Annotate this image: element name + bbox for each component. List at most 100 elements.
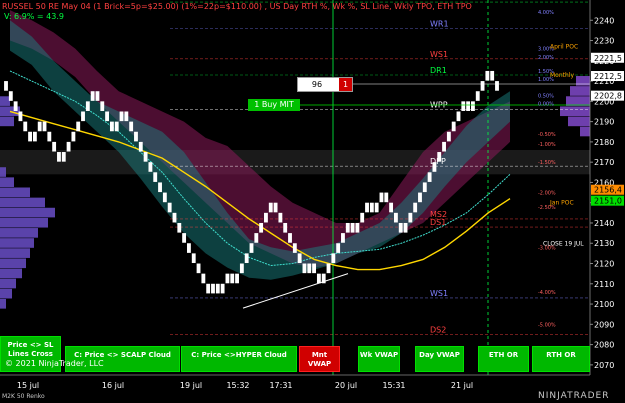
volume-profile-bar: [0, 167, 6, 177]
renko-brick: [28, 131, 32, 142]
renko-brick: [365, 202, 369, 213]
renko-brick: [124, 111, 129, 122]
order-quantity-box[interactable]: 96 1: [297, 77, 353, 92]
renko-brick: [254, 233, 259, 243]
indicator-button-eth-or[interactable]: ETH OR: [478, 346, 529, 372]
renko-brick: [350, 222, 355, 233]
renko-brick: [379, 192, 384, 203]
renko-brick: [268, 202, 273, 213]
renko-brick: [239, 263, 244, 274]
volume-profile-bar: [0, 288, 12, 299]
renko-brick: [172, 212, 177, 223]
x-tick-label: 17:31: [269, 381, 292, 390]
percent-level-label: -4.00%: [538, 290, 556, 296]
poc-label: CLOSE 19 JUL: [543, 240, 584, 247]
renko-brick: [389, 202, 394, 213]
order-count[interactable]: 1: [339, 78, 352, 91]
indicator-button-mnt-vwap[interactable]: Mnt VWAP: [299, 346, 340, 372]
volume-profile-bar: [0, 177, 14, 187]
renko-brick: [71, 131, 76, 142]
pivot-level-label: DR1: [430, 66, 447, 75]
renko-brick: [90, 91, 95, 101]
renko-brick: [235, 273, 239, 284]
renko-brick: [456, 111, 461, 122]
renko-brick: [134, 131, 138, 142]
x-tick-label: 15:32: [226, 381, 249, 390]
price-tag-label: 2212,5: [594, 72, 622, 81]
renko-brick: [81, 111, 85, 122]
renko-brick: [403, 222, 408, 233]
renko-brick: [66, 141, 71, 152]
renko-brick: [345, 222, 350, 233]
renko-chart[interactable]: DR2WR1WS1DR1WPPDPPMS2DS1WS1DS24.00%3.00%…: [0, 0, 625, 403]
buy-mit-order[interactable]: 1 Buy MIT: [248, 99, 300, 111]
volume-profile-bar: [0, 228, 38, 238]
renko-brick: [52, 141, 57, 152]
indicator-button-day-vwap[interactable]: Day VWAP: [415, 346, 464, 372]
renko-brick: [249, 243, 254, 253]
renko-brick: [485, 70, 490, 81]
renko-brick: [158, 182, 162, 193]
renko-brick: [143, 152, 148, 162]
renko-brick: [32, 131, 37, 142]
renko-brick: [312, 263, 317, 274]
renko-brick: [398, 222, 403, 233]
renko-brick: [215, 283, 220, 294]
order-quantity[interactable]: 96: [298, 78, 336, 91]
y-tick-label: 2140: [594, 219, 614, 228]
y-tick-label: 2230: [594, 37, 614, 46]
poc-label: April POC: [550, 44, 578, 51]
volume-profile-bar: [0, 298, 6, 309]
renko-brick: [360, 212, 365, 223]
renko-brick: [331, 253, 336, 264]
percent-level-label: 0.00%: [538, 101, 554, 107]
volume-profile-bar: [570, 86, 590, 96]
pivot-level-label: WS1: [430, 289, 448, 298]
renko-brick: [119, 111, 124, 122]
renko-brick: [186, 243, 191, 253]
renko-brick: [451, 121, 456, 132]
renko-brick: [336, 243, 341, 253]
volume-profile-bar: [0, 258, 26, 269]
renko-brick: [211, 283, 215, 294]
renko-brick: [369, 202, 374, 213]
renko-brick: [418, 192, 422, 203]
volume-profile-bar: [0, 207, 55, 218]
renko-brick: [288, 233, 292, 243]
renko-brick: [225, 273, 230, 284]
renko-brick: [148, 162, 153, 172]
x-tick-label: 21 jul: [451, 381, 473, 390]
value-area-band: [0, 150, 590, 175]
renko-brick: [297, 253, 302, 264]
renko-brick: [316, 273, 321, 284]
renko-brick: [177, 222, 182, 233]
renko-brick: [264, 212, 268, 223]
renko-brick: [61, 152, 66, 162]
x-tick-label: 20 jul: [335, 381, 357, 390]
indicator-button-c-price-hyper-cloud[interactable]: C: Price <>HYPER Cloud: [181, 346, 297, 372]
pivot-level-label: WR1: [430, 19, 449, 28]
renko-brick: [167, 202, 172, 213]
indicator-button-wk-vwap[interactable]: Wk VWAP: [358, 346, 400, 372]
percent-level-label: 2.00%: [538, 55, 554, 61]
chart-title: RUSSEL 50 RE May 04 (1 Brick=5p=$25.00) …: [2, 2, 472, 11]
percent-level-label: -1.00%: [538, 142, 556, 148]
x-tick-label: 16 jul: [102, 381, 124, 390]
x-tick-label: 15:31: [382, 381, 405, 390]
y-tick-label: 2190: [594, 118, 614, 127]
poc-label: Jan POC: [549, 200, 574, 207]
x-tick-label: 15 jul: [17, 381, 39, 390]
y-tick-label: 2100: [594, 300, 614, 309]
indicator-button-rth-or[interactable]: RTH OR: [532, 346, 590, 372]
percent-level-label: -2.00%: [538, 191, 556, 197]
x-tick-label: 19 jul: [180, 381, 202, 390]
renko-brick: [23, 121, 28, 132]
renko-brick: [196, 263, 201, 274]
renko-brick: [490, 70, 495, 81]
y-tick-label: 2170: [594, 158, 614, 167]
pivot-level-label: DS2: [430, 325, 446, 334]
renko-brick: [129, 121, 134, 132]
y-tick-label: 2120: [594, 260, 614, 269]
renko-brick: [422, 182, 427, 193]
renko-brick: [427, 172, 432, 182]
